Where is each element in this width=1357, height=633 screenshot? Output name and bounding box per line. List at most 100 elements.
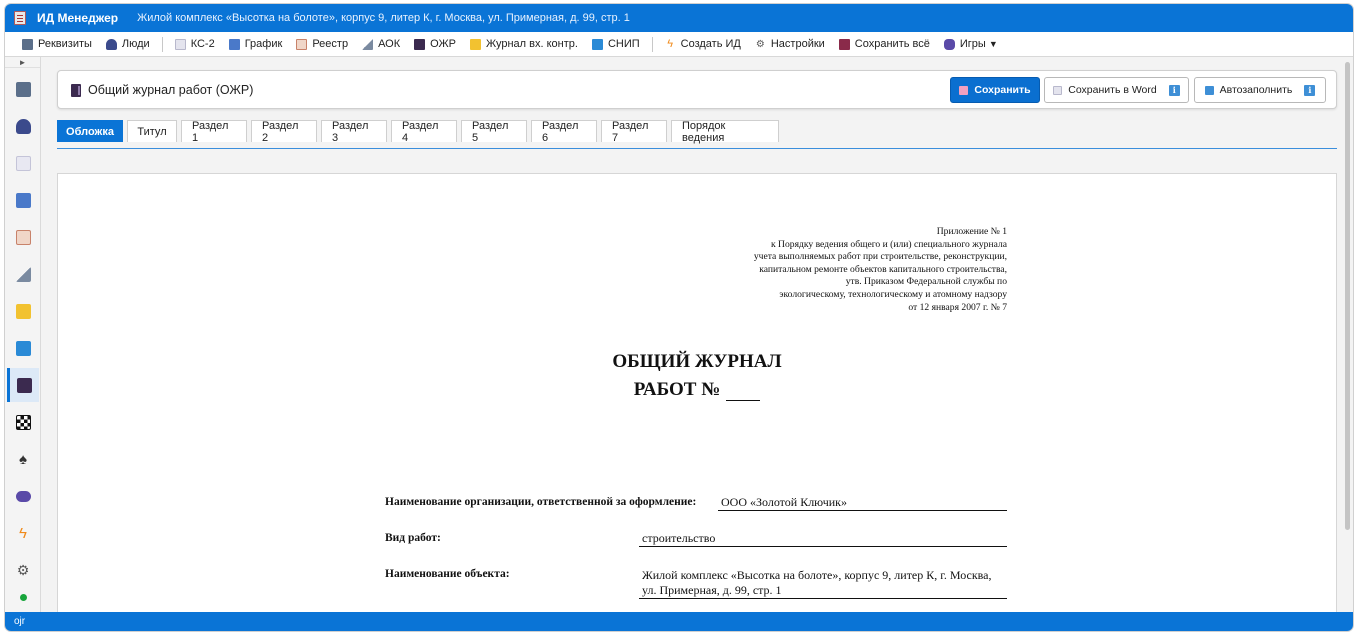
object-field-line1[interactable]: Жилой комплекс «Высотка на болоте», корп… — [639, 568, 1007, 583]
info-icon[interactable]: i — [1304, 84, 1316, 96]
sidebar-item-requisites[interactable] — [7, 72, 39, 106]
panel-header: Общий журнал работ (ОЖР) Сохранить Сохра… — [57, 70, 1337, 109]
toolbar-label: ОЖР — [430, 38, 456, 50]
sidebar-item-snip[interactable] — [7, 331, 39, 365]
sidebar-item-incoming-journal[interactable] — [7, 294, 39, 328]
app-window: ИД Менеджер Жилой комплекс «Высотка на б… — [5, 4, 1353, 631]
tab-section-4[interactable]: Раздел 4 — [391, 120, 457, 144]
toolbar-label: Создать ИД — [680, 38, 741, 50]
people-icon — [105, 38, 117, 50]
ruler-triangle-icon — [362, 38, 374, 50]
journal-title-text: РАБОТ № — [633, 379, 721, 400]
toolbar-settings-button[interactable]: ⚙ Настройки — [748, 33, 832, 55]
sidebar-item-checkers[interactable] — [7, 405, 39, 439]
toolbar-schedule-button[interactable]: График — [222, 33, 290, 55]
clipboard-icon — [296, 38, 308, 50]
toolbar-label: АОК — [378, 38, 401, 50]
floppy-icon — [838, 38, 850, 50]
save-button-label: Сохранить — [974, 84, 1031, 96]
notepad-icon — [469, 38, 481, 50]
toolbar-aok-button[interactable]: АОК — [355, 33, 407, 55]
floppy-icon — [959, 85, 969, 95]
sidebar-item-people[interactable] — [7, 109, 39, 143]
toolbar-ks2-button[interactable]: КС-2 — [168, 33, 222, 55]
toolbar-separator — [161, 36, 163, 52]
sidebar-toggle[interactable]: ► — [5, 57, 40, 68]
toolbar-label: График — [244, 38, 283, 50]
scrollbar-thumb[interactable] — [1345, 62, 1350, 530]
autofill-button[interactable]: Автозаполнить i — [1194, 77, 1326, 103]
toolbar-label: Настройки — [770, 38, 825, 50]
toolbar-snip-button[interactable]: СНИП — [585, 33, 647, 55]
tab-cover[interactable]: Обложка — [57, 120, 123, 142]
toolbar-save-all-button[interactable]: Сохранить всё — [832, 33, 937, 55]
document-icon — [174, 38, 186, 50]
sidebar-item-registry[interactable] — [7, 220, 39, 254]
sidebar-item-ozhr[interactable] — [7, 368, 39, 402]
calendar-icon — [228, 38, 240, 50]
object-label: Наименование объекта: — [385, 568, 510, 580]
blue-book-icon — [591, 38, 603, 50]
tab-section-3[interactable]: Раздел 3 — [321, 120, 387, 144]
tab-section-2[interactable]: Раздел 2 — [251, 120, 317, 144]
appendix-line: экологическому, технологическому и атомн… — [779, 288, 1007, 300]
toolbar-label: Люди — [121, 38, 150, 50]
tab-section-7[interactable]: Раздел 7 — [601, 120, 667, 144]
gamepad-icon — [943, 38, 955, 50]
tab-procedure[interactable]: Порядок ведения — [671, 120, 779, 144]
toolbar-registry-button[interactable]: Реестр — [289, 33, 355, 55]
status-text: ojr — [14, 616, 26, 627]
title-bar: ИД Менеджер Жилой комплекс «Высотка на б… — [5, 4, 1353, 32]
toolbar-separator — [651, 36, 653, 52]
vertical-scrollbar[interactable] — [1343, 57, 1351, 612]
sidebar-item-ks2[interactable] — [7, 146, 39, 180]
toolbar-ozhr-button[interactable]: ОЖР — [407, 33, 463, 55]
toolbar-people-button[interactable]: Люди — [99, 33, 157, 55]
sidebar-item-settings[interactable]: ⚙ — [7, 553, 39, 587]
book-icon — [17, 377, 32, 393]
toolbar-label: Сохранить всё — [854, 38, 930, 50]
journal-number-blank[interactable] — [726, 382, 761, 401]
org-field[interactable]: ООО «Золотой Ключик» — [718, 495, 1007, 511]
chevron-down-icon: ▼ — [988, 39, 998, 49]
people-icon — [15, 118, 31, 134]
tab-title-page[interactable]: Титул — [127, 120, 177, 142]
project-name: Жилой комплекс «Высотка на болоте», корп… — [137, 12, 630, 24]
gamepad-icon — [15, 490, 31, 502]
lightning-icon: ϟ — [19, 524, 27, 542]
work-type-field[interactable]: строительство — [639, 531, 1007, 547]
sidebar-item-games[interactable] — [7, 479, 39, 513]
object-field-line2[interactable]: ул. Примерная, д. 99, стр. 1 — [639, 583, 1007, 599]
appendix-note: Приложение № 1 к Порядку ведения общего … — [754, 226, 1007, 314]
sidebar-item-cards[interactable]: ♠ — [7, 442, 39, 476]
main-toolbar: Реквизиты Люди КС-2 График Реестр АОК ОЖ… — [5, 32, 1353, 57]
sidebar-item-create-id[interactable]: ϟ — [7, 516, 39, 550]
info-icon[interactable]: i — [1168, 84, 1180, 96]
toolbar-requisites-button[interactable]: Реквизиты — [15, 33, 99, 55]
tab-section-5[interactable]: Раздел 5 — [461, 120, 527, 144]
toolbar-create-id-button[interactable]: ϟ Создать ИД — [658, 33, 748, 55]
toolbar-games-menu[interactable]: Игры ▼ — [937, 33, 1005, 55]
sidebar: ► ♠ ϟ ⚙ — [5, 57, 41, 612]
gear-icon: ⚙ — [16, 561, 30, 578]
save-word-button[interactable]: Сохранить в Word i — [1044, 77, 1189, 103]
building-icon — [22, 38, 33, 50]
journal-title-line1: ОБЩИЙ ЖУРНАЛ — [612, 351, 782, 372]
sidebar-item-schedule[interactable] — [7, 183, 39, 217]
clipboard-icon — [14, 11, 26, 25]
journal-title-line2: РАБОТ № — [58, 379, 1336, 401]
toolbar-incoming-journal-button[interactable]: Журнал вх. контр. — [463, 33, 585, 55]
appendix-line: от 12 января 2007 г. № 7 — [908, 301, 1007, 313]
tab-section-6[interactable]: Раздел 6 — [531, 120, 597, 144]
tab-section-1[interactable]: Раздел 1 — [181, 120, 247, 144]
toolbar-label: Журнал вх. контр. — [485, 38, 578, 50]
save-button[interactable]: Сохранить — [950, 77, 1040, 103]
document-icon — [15, 155, 31, 171]
toolbar-label: Игры — [959, 38, 986, 50]
calendar-icon — [15, 192, 31, 208]
document-icon — [1053, 85, 1063, 95]
toolbar-label: КС-2 — [190, 38, 215, 50]
sidebar-item-aok[interactable] — [7, 257, 39, 291]
appendix-line: капитальном ремонте объектов капитальног… — [759, 263, 1007, 275]
book-icon — [71, 83, 81, 97]
